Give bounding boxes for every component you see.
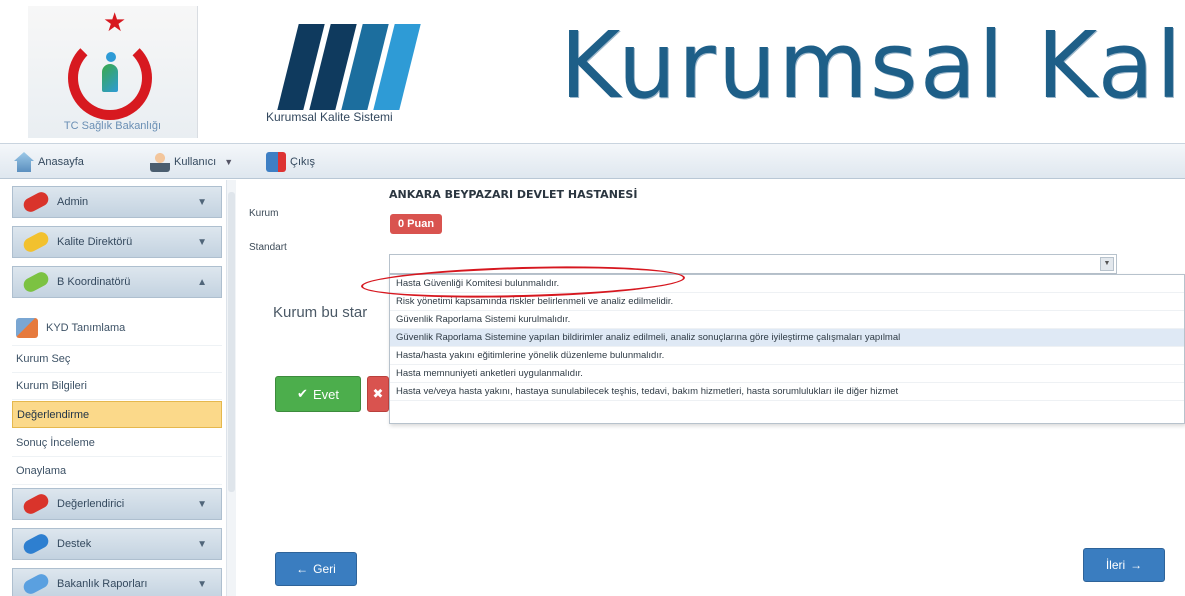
sidebar-item-kurum-sec[interactable]: Kurum Seç	[12, 346, 222, 373]
next-button[interactable]: İleri →	[1083, 548, 1165, 582]
sidebar-group-admin[interactable]: Admin ▼	[12, 186, 222, 218]
sidebar-item-label: Kurum Bilgileri	[16, 380, 87, 392]
dropdown-option-highlighted[interactable]: Güvenlik Raporlama Sistemine yapılan bil…	[390, 329, 1184, 347]
close-icon: ✖	[372, 386, 384, 401]
top-toolbar: Anasayfa Kullanıcı ▼ Çıkış	[0, 143, 1185, 179]
group-label: Kalite Direktörü	[57, 236, 133, 248]
sidebar-item-kurum-bilgileri[interactable]: Kurum Bilgileri	[12, 373, 222, 400]
chevron-down-icon: ▼	[197, 236, 207, 248]
scrollbar-thumb[interactable]	[228, 192, 235, 492]
chevron-down-icon: ▼	[197, 498, 207, 510]
users-icon	[16, 317, 38, 338]
kks-caption: Kurumsal Kalite Sistemi	[266, 110, 393, 124]
standart-label: Standart	[249, 242, 287, 253]
home-button[interactable]: Anasayfa	[14, 150, 84, 174]
sidebar-item-degerlendirme[interactable]: Değerlendirme	[12, 401, 222, 428]
sidebar-item-label: Sonuç İnceleme	[16, 437, 95, 449]
dropdown-option[interactable]: Hasta ve/veya hasta yakını, hastaya sunu…	[390, 383, 1184, 401]
logout-icon	[266, 152, 286, 172]
back-button[interactable]: ← Geri	[275, 552, 357, 586]
hayir-button[interactable]: ✖	[367, 376, 389, 412]
next-label: İleri	[1105, 558, 1126, 572]
sidebar-item-onaylama[interactable]: Onaylama	[12, 458, 222, 485]
sidebar-group-b-koordinatoru[interactable]: B Koordinatörü ▲	[12, 266, 222, 298]
sidebar-scrollbar[interactable]	[226, 180, 236, 596]
arrow-left-icon: ←	[296, 562, 309, 576]
sidebar-group-degerlendirici[interactable]: Değerlendirici ▼	[12, 488, 222, 520]
pill-icon	[21, 491, 51, 517]
app-header: ★ TC Sağlık Bakanlığı Kurumsal Kalite Si…	[0, 0, 1185, 143]
main-content: Kurum Standart ANKARA BEYPAZARI DEVLET H…	[237, 180, 1185, 596]
back-label: Geri	[313, 562, 336, 576]
ministry-logo: ★ TC Sağlık Bakanlığı	[28, 6, 198, 138]
chevron-down-icon[interactable]: ▼	[1100, 257, 1114, 271]
group-label: Değerlendirici	[57, 498, 125, 510]
dropdown-option[interactable]: Güvenlik Raporlama Sistemi kurulmalıdır.	[390, 311, 1184, 329]
sidebar: Admin ▼ Kalite Direktörü ▼ B Koordinatör…	[12, 180, 236, 596]
hospital-name: ANKARA BEYPAZARI DEVLET HASTANESİ	[389, 188, 638, 201]
group-label: Destek	[57, 538, 92, 550]
sidebar-item-label: Kurum Seç	[16, 353, 71, 365]
sidebar-item-label: KYD Tanımlama	[46, 321, 126, 334]
pill-icon	[21, 571, 51, 596]
sidebar-item-sonuc-inceleme[interactable]: Sonuç İnceleme	[12, 430, 222, 457]
logout-label: Çıkış	[290, 156, 316, 168]
user-label: Kullanıcı	[174, 156, 217, 168]
sidebar-item-kyd-tanimlama[interactable]: KYD Tanımlama	[12, 310, 222, 346]
home-icon	[14, 152, 34, 172]
chevron-down-icon: ▼	[197, 196, 207, 208]
sidebar-item-label: Değerlendirme	[17, 408, 90, 421]
evet-button[interactable]: ✔ Evet	[275, 376, 361, 412]
star-icon: ★	[103, 8, 127, 38]
group-label: Admin	[57, 196, 89, 208]
sidebar-item-label: Onaylama	[16, 465, 67, 477]
dropdown-option[interactable]: Hasta/hasta yakını eğitimlerine yönelik …	[390, 347, 1184, 365]
ministry-caption: TC Sağlık Bakanlığı	[63, 120, 162, 132]
dropdown-option[interactable]: Hasta memnuniyeti anketleri uygulanmalıd…	[390, 365, 1184, 383]
brand-title: Kurumsal Kal	[560, 12, 1184, 119]
chevron-up-icon: ▲	[197, 276, 207, 288]
arrow-right-icon: →	[1130, 558, 1143, 572]
kurum-label: Kurum	[249, 208, 279, 219]
group-label: Bakanlık Raporları	[57, 578, 148, 590]
person-figure-icon	[98, 52, 122, 92]
check-icon: ✔	[297, 386, 308, 401]
evet-label: Evet	[312, 386, 339, 402]
score-badge: 0 Puan	[390, 214, 443, 234]
confirm-question: Kurum bu star	[273, 304, 368, 321]
pill-icon	[21, 189, 51, 215]
pin-icon	[21, 531, 51, 557]
group-label: B Koordinatörü	[57, 276, 131, 288]
sidebar-group-kalite-direktoru[interactable]: Kalite Direktörü ▼	[12, 226, 222, 258]
sidebar-group-destek[interactable]: Destek ▼	[12, 528, 222, 560]
kks-logo: Kurumsal Kalite Sistemi	[260, 6, 490, 138]
sidebar-group-bakanlik-raporlari[interactable]: Bakanlık Raporları ▼	[12, 568, 222, 596]
chevron-down-icon: ▼	[197, 538, 207, 550]
pill-icon	[21, 229, 51, 255]
user-menu-button[interactable]: Kullanıcı ▼	[150, 150, 233, 174]
user-icon	[150, 152, 170, 172]
kks-bars-icon	[276, 24, 436, 110]
pill-icon	[21, 269, 51, 295]
chevron-down-icon: ▼	[197, 578, 207, 590]
chevron-down-icon: ▼	[224, 157, 234, 167]
home-label: Anasayfa	[38, 156, 84, 168]
logout-button[interactable]: Çıkış	[266, 150, 315, 174]
